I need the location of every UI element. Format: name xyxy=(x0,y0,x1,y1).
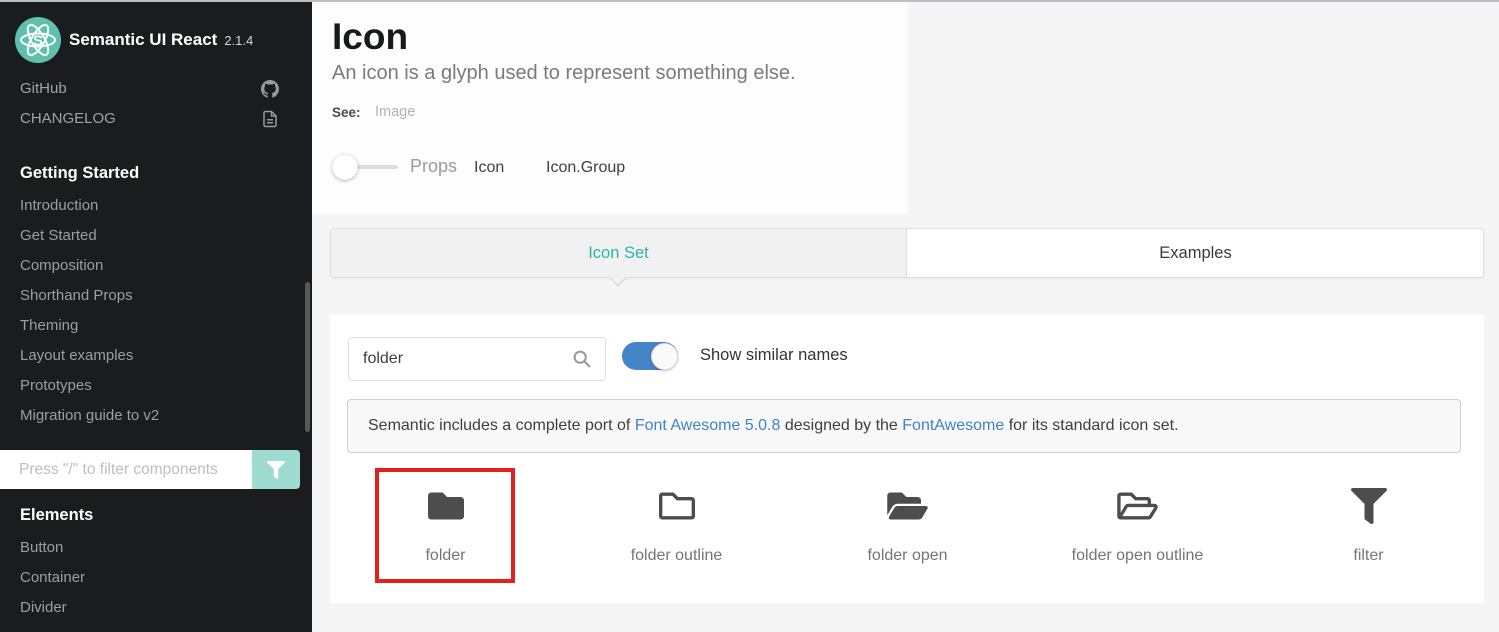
sidebar-item-composition[interactable]: Composition xyxy=(0,255,312,277)
props-label[interactable]: Props xyxy=(410,156,457,177)
icon-result-label: folder outline xyxy=(561,547,792,565)
props-slider-toggle[interactable] xyxy=(332,154,402,180)
sidebar-section-elements: Elements xyxy=(20,504,93,526)
icon-search-input[interactable] xyxy=(348,337,606,381)
folder-icon xyxy=(330,488,561,526)
icon-result-folder-open[interactable]: folder open xyxy=(792,470,1023,582)
sidebar-item-introduction[interactable]: Introduction xyxy=(0,195,312,217)
sidebar-scrollbar-thumb[interactable] xyxy=(305,282,310,432)
component-filter xyxy=(0,450,300,489)
sidebar-link-changelog[interactable]: CHANGELOG xyxy=(0,107,312,131)
font-awesome-version-link[interactable]: Font Awesome 5.0.8 xyxy=(635,417,781,434)
folder-open-icon xyxy=(792,488,1023,526)
toggle-knob[interactable] xyxy=(651,343,678,370)
sidebar-item-get-started[interactable]: Get Started xyxy=(0,225,312,247)
icon-result-folder-outline[interactable]: folder outline xyxy=(561,470,792,582)
file-text-icon xyxy=(261,110,279,128)
font-awesome-message: Semantic includes a complete port of Fon… xyxy=(347,399,1461,453)
sidebar-item-divider[interactable]: Divider xyxy=(0,597,312,619)
sidebar: S Semantic UI React2.1.4 GitHub CHANGELO… xyxy=(0,2,312,632)
slider-knob[interactable] xyxy=(332,154,358,180)
folder-outline-icon xyxy=(561,488,792,526)
prop-link-icon[interactable]: Icon xyxy=(474,159,504,177)
sidebar-section-getting-started: Getting Started xyxy=(20,162,139,184)
app-title[interactable]: Semantic UI React2.1.4 xyxy=(69,30,253,50)
icon-result-folder-open-outline[interactable]: folder open outline xyxy=(1022,470,1253,582)
github-icon xyxy=(261,80,279,98)
sidebar-link-github[interactable]: GitHub xyxy=(0,77,312,101)
component-filter-input[interactable] xyxy=(0,450,254,489)
search-icon xyxy=(572,349,592,369)
tab-menu: Icon Set Examples xyxy=(330,228,1484,278)
folder-open-outline-icon xyxy=(1022,488,1253,526)
icon-result-label: folder xyxy=(330,547,561,565)
sidebar-item-container[interactable]: Container xyxy=(0,567,312,589)
show-similar-names-toggle[interactable] xyxy=(622,342,678,370)
sidebar-item-shorthand-props[interactable]: Shorthand Props xyxy=(0,285,312,307)
icon-result-folder[interactable]: folder xyxy=(330,470,561,582)
app-logo-icon[interactable]: S xyxy=(15,17,61,63)
see-link-image[interactable]: Image xyxy=(375,104,415,120)
prop-link-icon-group[interactable]: Icon.Group xyxy=(546,159,625,177)
funnel-icon xyxy=(267,461,285,479)
icon-result-label: folder open xyxy=(792,547,1023,565)
app-version: 2.1.4 xyxy=(224,33,253,48)
sidebar-item-layout-examples[interactable]: Layout examples xyxy=(0,345,312,367)
sidebar-item-migration-guide[interactable]: Migration guide to v2 xyxy=(0,405,312,427)
sidebar-item-theming[interactable]: Theming xyxy=(0,315,312,337)
sidebar-item-prototypes[interactable]: Prototypes xyxy=(0,375,312,397)
icon-result-filter[interactable]: filter xyxy=(1253,470,1484,582)
page: S Semantic UI React2.1.4 GitHub CHANGELO… xyxy=(0,0,1499,632)
icon-result-label: filter xyxy=(1253,547,1484,565)
see-label: See: xyxy=(332,105,361,120)
page-title: Icon xyxy=(332,16,408,58)
tab-examples[interactable]: Examples xyxy=(908,229,1483,277)
page-subtitle: An icon is a glyph used to represent som… xyxy=(332,62,796,85)
sidebar-item-button[interactable]: Button xyxy=(0,537,312,559)
component-filter-button[interactable] xyxy=(252,450,300,489)
icon-search xyxy=(348,337,606,381)
icon-result-label: folder open outline xyxy=(1022,547,1253,565)
svg-text:S: S xyxy=(33,33,43,50)
show-similar-names-label: Show similar names xyxy=(700,346,848,365)
filter-icon xyxy=(1253,488,1484,526)
font-awesome-brand-link[interactable]: FontAwesome xyxy=(902,417,1004,434)
